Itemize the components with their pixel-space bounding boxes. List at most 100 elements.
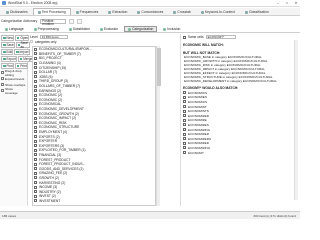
- checkbox-icon[interactable]: [34, 89, 37, 93]
- checkbox-icon[interactable]: [34, 84, 37, 88]
- checkbox-icon[interactable]: [34, 102, 37, 106]
- checkbox-icon[interactable]: [34, 61, 37, 65]
- checkbox-icon[interactable]: [1, 71, 4, 74]
- option-check[interactable]: Expand levels: [1, 76, 26, 81]
- checkbox-icon[interactable]: [183, 95, 186, 99]
- tab-extraction[interactable]: Extraction: [103, 8, 132, 15]
- checkbox-icon[interactable]: [34, 162, 37, 166]
- tab-frequencies[interactable]: Frequencies: [71, 8, 104, 15]
- tab-classification[interactable]: Classification: [240, 8, 274, 15]
- right-scrollbar[interactable]: [294, 40, 298, 200]
- scroll-thumb[interactable]: [157, 48, 161, 86]
- toolbar-button[interactable]: [69, 18, 75, 24]
- option-check[interactable]: Show coverage: [1, 87, 26, 95]
- tab-icon: [6, 10, 9, 14]
- checkbox-icon[interactable]: [183, 105, 186, 109]
- list-item[interactable]: INVESTMENT: [33, 199, 155, 204]
- checkbox-icon[interactable]: [34, 56, 37, 60]
- checkbox-icon[interactable]: [1, 83, 4, 86]
- checkbox-icon[interactable]: [1, 77, 4, 80]
- tab-icon: [75, 10, 79, 14]
- checkbox-icon[interactable]: [183, 109, 186, 113]
- option-label: Expand levels: [5, 76, 25, 81]
- checkbox-icon[interactable]: [34, 181, 37, 185]
- checkbox-icon[interactable]: [183, 91, 186, 95]
- word-dropdown[interactable]: ECONOMY*: [205, 35, 236, 39]
- minimize-icon[interactable]: –: [275, 1, 281, 5]
- checkbox-icon[interactable]: [34, 66, 37, 70]
- also-match-label: ECONOMIZERS: [188, 136, 212, 141]
- tab-keyword-in-context[interactable]: Keyword-In-Context: [196, 8, 240, 15]
- checkbox-icon[interactable]: [34, 98, 37, 102]
- checkbox-icon[interactable]: [34, 148, 37, 152]
- checkbox-icon[interactable]: [34, 167, 37, 171]
- checkbox-icon[interactable]: [34, 158, 37, 162]
- save-button[interactable]: Save: [1, 42, 15, 48]
- close-icon[interactable]: ✕: [293, 1, 299, 5]
- subtab-preprocessing[interactable]: Preprocessing: [30, 26, 63, 32]
- save-as-button[interactable]: Save as: [15, 41, 30, 49]
- tab-icon: [244, 10, 248, 14]
- checkbox-icon[interactable]: [183, 114, 186, 118]
- also-match-item[interactable]: ECONOMY: [181, 150, 298, 155]
- checkbox-icon[interactable]: [183, 137, 186, 141]
- level-input[interactable]: 13,659 items: [39, 34, 68, 39]
- tab-concordances[interactable]: Concordances: [132, 8, 168, 15]
- checkbox-icon[interactable]: [183, 141, 186, 145]
- subtab-inclusion[interactable]: Inclusion: [159, 26, 184, 32]
- checkbox-icon[interactable]: [183, 151, 186, 155]
- checkbox-icon[interactable]: [30, 40, 33, 43]
- checkbox-icon[interactable]: [183, 132, 186, 136]
- checkbox-icon[interactable]: [34, 130, 37, 134]
- tab-text-processing[interactable]: Text Processing: [32, 8, 71, 15]
- checkbox-icon[interactable]: [183, 100, 186, 104]
- checkbox-icon[interactable]: [34, 144, 37, 148]
- checkbox-icon[interactable]: [34, 153, 37, 157]
- subtab-label: Language: [9, 27, 24, 31]
- subtab-categorization[interactable]: Categorization: [124, 26, 158, 32]
- checkbox-icon[interactable]: [34, 93, 37, 97]
- checkbox-icon[interactable]: [183, 118, 186, 122]
- tab-crosstab[interactable]: Crosstab: [168, 8, 196, 15]
- checkbox-icon[interactable]: [183, 128, 186, 132]
- same-cells-checkbox[interactable]: [183, 35, 186, 39]
- checkbox-icon[interactable]: [34, 176, 37, 180]
- dictionary-field[interactable]: Positive-emotion: [40, 18, 67, 25]
- checkbox-icon[interactable]: [1, 89, 4, 92]
- checkbox-icon[interactable]: [34, 75, 37, 79]
- subtab-exclusion[interactable]: Exclusion: [96, 26, 122, 32]
- checkbox-icon[interactable]: [34, 70, 37, 74]
- edit-button[interactable]: Edit: [1, 49, 13, 55]
- subtab-substitution[interactable]: Substitution: [65, 26, 94, 32]
- checkbox-icon[interactable]: [34, 185, 37, 189]
- tab-dictionaries[interactable]: Dictionaries: [1, 8, 33, 15]
- import-button[interactable]: Import: [14, 49, 30, 55]
- checkbox-icon[interactable]: [183, 123, 186, 127]
- maximize-icon[interactable]: □: [284, 1, 290, 5]
- checkbox-icon[interactable]: [34, 139, 37, 143]
- option-check[interactable]: Drag & drop editing: [1, 69, 26, 77]
- checkbox-icon[interactable]: [34, 112, 37, 116]
- checkbox-icon[interactable]: [34, 47, 37, 51]
- subtab-icon: [128, 27, 132, 31]
- checkbox-icon[interactable]: [34, 107, 37, 111]
- checkbox-icon[interactable]: [34, 125, 37, 129]
- checkbox-icon[interactable]: [34, 194, 37, 198]
- export-button[interactable]: Export: [1, 56, 17, 62]
- checkbox-icon[interactable]: [34, 52, 37, 56]
- toolbar-button[interactable]: [77, 18, 83, 24]
- merge-button[interactable]: Merge: [17, 56, 34, 62]
- checkbox-icon[interactable]: [34, 190, 37, 194]
- checkbox-icon[interactable]: [34, 121, 37, 125]
- checkbox-icon[interactable]: [34, 135, 37, 139]
- list-item-label: EXPORTER: [39, 139, 58, 144]
- checkbox-icon[interactable]: [34, 199, 37, 203]
- checkbox-icon[interactable]: [34, 171, 37, 175]
- checkbox-icon[interactable]: [183, 146, 186, 150]
- new-button[interactable]: New: [1, 35, 14, 41]
- list-item-label: ECONOMIC/CULTURAL/EMPOW...: [39, 47, 92, 52]
- checkbox-icon[interactable]: [34, 116, 37, 120]
- checkbox-icon[interactable]: [34, 79, 37, 83]
- subtab-language[interactable]: Language: [1, 26, 28, 32]
- list-scrollbar[interactable]: [156, 46, 161, 206]
